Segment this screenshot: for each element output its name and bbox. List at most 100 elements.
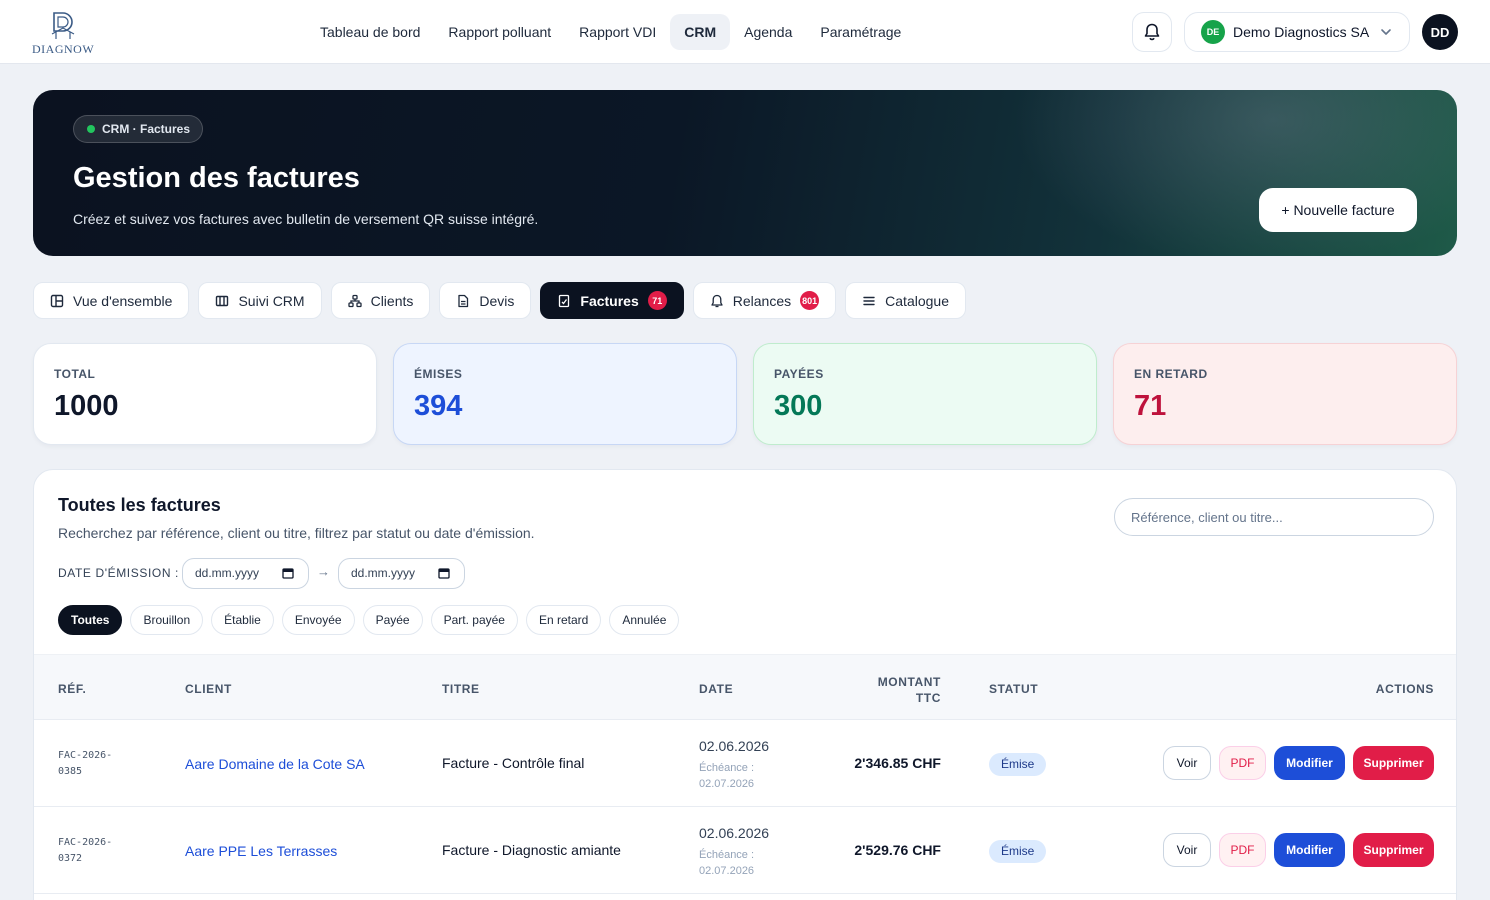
invoice-amount: 2'529.76 CHF: [854, 842, 941, 858]
logo-icon: [51, 12, 75, 39]
nav-rapport-vdi[interactable]: Rapport VDI: [565, 14, 670, 50]
filter-etablie[interactable]: Établie: [211, 605, 274, 635]
notifications-button[interactable]: [1132, 12, 1172, 52]
tab-label: Suivi CRM: [238, 292, 305, 309]
date-to-value: dd.mm.yyyy: [351, 566, 416, 580]
section-pill: CRM · Factures: [73, 115, 204, 143]
tab-label: Factures: [580, 292, 639, 309]
invoice-ref: FAC-2026-0372: [58, 837, 113, 864]
date-to-field[interactable]: dd.mm.yyyy: [338, 558, 465, 589]
pdf-button[interactable]: PDF: [1219, 833, 1266, 867]
new-invoice-button[interactable]: + Nouvelle facture: [1259, 188, 1417, 232]
bell-icon: [1144, 23, 1160, 41]
tab-factures[interactable]: Factures 71: [540, 282, 684, 319]
org-badge: DE: [1201, 20, 1225, 44]
client-link[interactable]: Aare Domaine de la Cote SA: [185, 756, 365, 772]
invoice-date: 02.06.2026: [699, 825, 770, 841]
edit-button[interactable]: Modifier: [1274, 833, 1345, 867]
nav-tableau-de-bord[interactable]: Tableau de bord: [306, 14, 434, 50]
tab-label: Devis: [479, 292, 515, 309]
stat-card-en-retard: EN RETARD 71: [1113, 343, 1457, 445]
view-button[interactable]: Voir: [1163, 746, 1211, 780]
organization-selector[interactable]: DE Demo Diagnostics SA: [1184, 12, 1410, 52]
stat-card-emises: ÉMISES 394: [393, 343, 737, 445]
filter-en-retard[interactable]: En retard: [525, 605, 602, 635]
filter-brouillon[interactable]: Brouillon: [130, 605, 204, 635]
calendar-icon[interactable]: [282, 567, 294, 579]
invoice-date: 02.06.2026: [699, 738, 770, 754]
column-ref[interactable]: RÉF.: [58, 682, 86, 696]
tab-relances[interactable]: Relances 801: [692, 282, 837, 319]
view-button[interactable]: Voir: [1163, 833, 1211, 867]
search-input[interactable]: [1114, 498, 1434, 536]
status-badge: Émise: [989, 840, 1047, 863]
date-range-arrow: →: [317, 564, 330, 579]
app-logo[interactable]: DIAGNOW: [32, 10, 102, 56]
column-client[interactable]: CLIENT: [185, 682, 232, 696]
receipt-icon: [559, 294, 570, 307]
tab-label: Catalogue: [885, 292, 949, 309]
invoice-amount: 2'346.85 CHF: [854, 755, 941, 771]
invoices-panel: Toutes les factures Recherchez par référ…: [33, 469, 1457, 900]
status-filters: Toutes Brouillon Établie Envoyée Payée P…: [58, 605, 680, 635]
stat-label: TOTAL: [54, 367, 96, 381]
kanban-icon: [216, 295, 229, 306]
column-date[interactable]: DATE: [699, 682, 733, 696]
chevron-down-icon: [1381, 29, 1391, 35]
tab-count-badge: 801: [800, 291, 820, 310]
hero-banner: CRM · Factures Gestion des factures Crée…: [33, 90, 1457, 256]
table-row[interactable]: FAC-2026-0385 Aare Domaine de la Cote SA…: [34, 720, 1456, 807]
nav-agenda[interactable]: Agenda: [730, 14, 806, 50]
table-row[interactable]: FAC-2026-0372 Aare PPE Les Terrasses Fac…: [34, 807, 1456, 894]
tab-count-badge: 71: [647, 291, 667, 310]
tab-label: Clients: [370, 292, 414, 309]
stat-value: 394: [414, 390, 463, 422]
status-dot-icon: [87, 125, 95, 133]
network-icon: [347, 294, 362, 307]
invoice-due-date: Échéance : 02.07.2026: [699, 849, 755, 877]
layout-icon: [50, 294, 64, 307]
date-from-field[interactable]: dd.mm.yyyy: [182, 558, 309, 589]
tab-vue-ensemble[interactable]: Vue d'ensemble: [33, 282, 190, 319]
calendar-icon[interactable]: [438, 567, 450, 579]
nav-crm[interactable]: CRM: [670, 14, 731, 50]
top-navbar: DIAGNOW Tableau de bord Rapport polluant…: [0, 0, 1490, 64]
filter-part-payee[interactable]: Part. payée: [430, 605, 518, 635]
column-titre[interactable]: TITRE: [442, 682, 480, 696]
main-nav: Tableau de bord Rapport polluant Rapport…: [306, 14, 915, 50]
date-filter-label: DATE D'ÉMISSION :: [58, 566, 179, 580]
tab-catalogue[interactable]: Catalogue: [845, 282, 966, 319]
user-avatar[interactable]: DD: [1422, 14, 1458, 50]
pdf-button[interactable]: PDF: [1219, 746, 1266, 780]
delete-button[interactable]: Supprimer: [1353, 746, 1434, 780]
filter-payee[interactable]: Payée: [362, 605, 423, 635]
stat-card-payees: PAYÉES 300: [753, 343, 1097, 445]
crm-tabs: Vue d'ensemble Suivi CRM Clients Devis F…: [33, 282, 966, 319]
invoice-ref: FAC-2026-0385: [58, 750, 113, 777]
logo-text: DIAGNOW: [32, 42, 95, 56]
date-from-value: dd.mm.yyyy: [195, 566, 260, 580]
document-icon: [458, 294, 469, 307]
status-badge: Émise: [989, 753, 1047, 776]
tab-devis[interactable]: Devis: [439, 282, 532, 319]
delete-button[interactable]: Supprimer: [1353, 833, 1434, 867]
stat-label: EN RETARD: [1134, 367, 1208, 381]
edit-button[interactable]: Modifier: [1274, 746, 1345, 780]
column-statut[interactable]: STATUT: [989, 682, 1038, 696]
column-actions: ACTIONS: [1375, 682, 1434, 696]
stat-label: ÉMISES: [414, 367, 463, 381]
client-link[interactable]: Aare PPE Les Terrasses: [185, 843, 337, 859]
column-montant[interactable]: MONTANT TTC: [861, 674, 941, 706]
nav-parametrage[interactable]: Paramétrage: [806, 14, 915, 50]
bell-icon: [711, 294, 723, 307]
page-title: Gestion des factures: [73, 162, 360, 194]
tab-clients[interactable]: Clients: [330, 282, 431, 319]
nav-rapport-polluant[interactable]: Rapport polluant: [434, 14, 565, 50]
filter-annulee[interactable]: Annulée: [609, 605, 680, 635]
filter-envoyee[interactable]: Envoyée: [281, 605, 355, 635]
stat-value: 1000: [54, 390, 119, 422]
section-pill-label: CRM · Factures: [102, 122, 191, 136]
tab-label: Relances: [732, 292, 792, 309]
tab-suivi-crm[interactable]: Suivi CRM: [198, 282, 322, 319]
filter-toutes[interactable]: Toutes: [58, 605, 123, 635]
